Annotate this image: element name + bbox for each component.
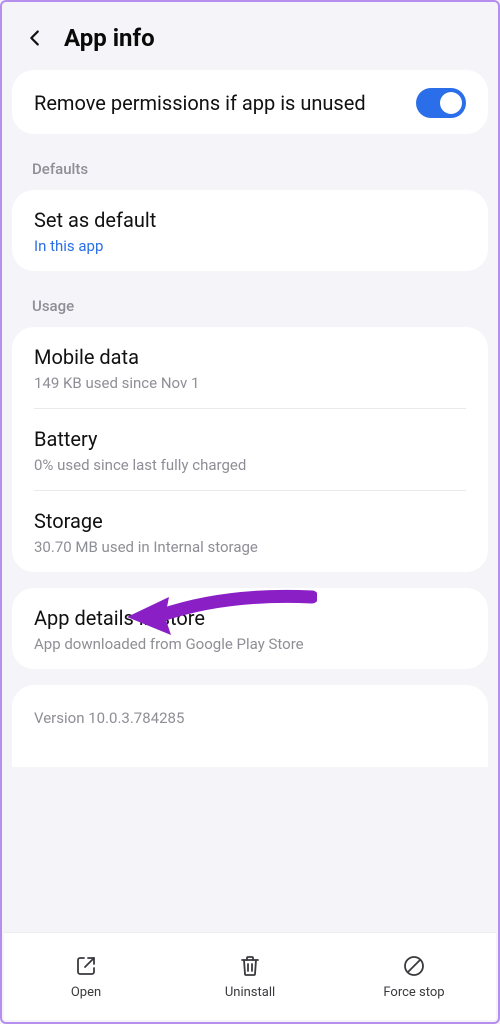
mobile-data-subtitle: 149 KB used since Nov 1 bbox=[34, 374, 454, 392]
force-stop-button[interactable]: Force stop bbox=[332, 933, 496, 1020]
uninstall-label: Uninstall bbox=[225, 985, 275, 1000]
open-icon bbox=[73, 953, 99, 979]
battery-subtitle: 0% used since last fully charged bbox=[34, 456, 454, 474]
version-row: Version 10.0.3.784285 bbox=[12, 685, 488, 767]
remove-permissions-label: Remove permissions if app is unused bbox=[34, 91, 404, 116]
storage-title: Storage bbox=[34, 509, 454, 534]
app-details-subtitle: App downloaded from Google Play Store bbox=[34, 635, 454, 653]
app-details-title: App details in store bbox=[34, 606, 454, 631]
storage-row[interactable]: Storage 30.70 MB used in Internal storag… bbox=[34, 491, 466, 572]
version-text: Version 10.0.3.784285 bbox=[34, 709, 466, 727]
uninstall-button[interactable]: Uninstall bbox=[168, 933, 332, 1020]
trash-icon bbox=[237, 953, 263, 979]
back-icon[interactable] bbox=[24, 27, 46, 49]
set-as-default-title: Set as default bbox=[34, 208, 454, 233]
remove-permissions-row[interactable]: Remove permissions if app is unused bbox=[12, 70, 488, 134]
open-label: Open bbox=[71, 985, 101, 1000]
battery-row[interactable]: Battery 0% used since last fully charged bbox=[34, 409, 466, 491]
force-stop-icon bbox=[401, 953, 427, 979]
bottom-action-bar: Open Uninstall Force stop bbox=[4, 932, 496, 1020]
set-as-default-subtitle: In this app bbox=[34, 237, 454, 255]
open-button[interactable]: Open bbox=[4, 933, 168, 1020]
app-details-row[interactable]: App details in store App downloaded from… bbox=[12, 588, 488, 669]
force-stop-label: Force stop bbox=[383, 985, 444, 1000]
page-title: App info bbox=[64, 24, 155, 52]
remove-permissions-toggle[interactable] bbox=[416, 88, 466, 118]
set-as-default-row[interactable]: Set as default In this app bbox=[12, 190, 488, 271]
defaults-section-label: Defaults bbox=[2, 150, 498, 190]
mobile-data-title: Mobile data bbox=[34, 345, 454, 370]
usage-section-label: Usage bbox=[2, 287, 498, 327]
storage-subtitle: 30.70 MB used in Internal storage bbox=[34, 538, 454, 556]
battery-title: Battery bbox=[34, 427, 454, 452]
mobile-data-row[interactable]: Mobile data 149 KB used since Nov 1 bbox=[34, 327, 466, 409]
